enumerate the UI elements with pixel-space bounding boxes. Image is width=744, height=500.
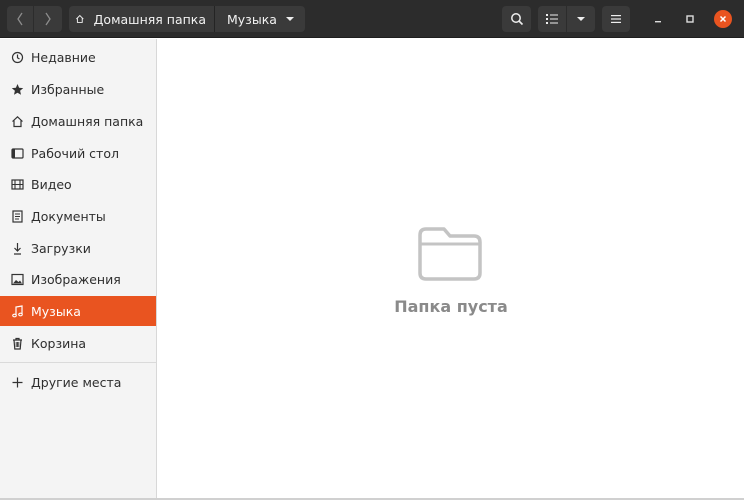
search-icon [510,13,523,26]
sidebar-item-pictures[interactable]: Изображения [0,264,156,294]
sidebar-item-label: Видео [31,176,72,192]
sidebar-item-desktop[interactable]: Рабочий стол [0,138,156,168]
dropdown-triangle-icon [577,17,585,21]
sidebar-item-label: Загрузки [31,240,91,256]
sidebar-item-recent[interactable]: Недавние [0,42,156,72]
sidebar-divider [0,362,156,363]
path-bar: Домашняя папка Музыка [69,6,305,32]
download-icon [10,241,24,255]
path-home-label: Домашняя папка [93,11,206,27]
sidebar: Недавние Избранные Домашняя папка Рабочи… [0,39,157,500]
sidebar-item-documents[interactable]: Документы [0,201,156,231]
path-current-button[interactable]: Музыка [215,6,305,32]
sidebar-item-label: Домашняя папка [31,113,144,129]
dropdown-triangle-icon [286,17,294,21]
back-button[interactable] [7,6,33,32]
document-icon [10,209,24,223]
view-toggle-button[interactable] [538,6,566,32]
headerbar: Домашняя папка Музыка [0,0,744,38]
maximize-button[interactable] [682,11,698,27]
sidebar-item-label: Музыка [31,303,81,319]
empty-folder-message: Папка пуста [394,297,508,316]
home-icon [76,14,84,23]
forward-button[interactable] [34,6,62,32]
minimize-icon [655,21,661,23]
view-options-button[interactable] [567,6,595,32]
desktop-icon [10,146,24,160]
recent-clock-icon [10,50,24,64]
chevron-left-icon [17,12,23,26]
main-menu-button[interactable] [602,6,630,32]
plus-icon [10,375,24,389]
music-note-icon [10,304,24,318]
sidebar-item-videos[interactable]: Видео [0,169,156,199]
hamburger-menu-icon [611,15,621,23]
close-button[interactable] [714,10,732,28]
sidebar-item-starred[interactable]: Избранные [0,74,156,104]
home-icon [10,114,24,128]
sidebar-item-downloads[interactable]: Загрузки [0,233,156,263]
film-icon [10,177,24,191]
file-view[interactable]: Папка пуста [158,39,744,500]
trash-icon [10,336,24,350]
folder-icon [418,227,482,281]
sidebar-item-label: Изображения [31,271,121,287]
minimize-button[interactable] [650,11,666,27]
path-current-label: Музыка [227,11,277,27]
close-icon [719,15,727,23]
sidebar-item-label: Избранные [31,81,105,97]
image-icon [10,272,24,286]
sidebar-item-label: Рабочий стол [31,145,119,161]
search-button[interactable] [502,6,531,32]
sidebar-item-music[interactable]: Музыка [0,296,156,326]
sidebar-item-label: Документы [31,208,106,224]
list-view-icon [546,14,558,24]
sidebar-item-trash[interactable]: Корзина [0,328,156,358]
sidebar-item-other-places[interactable]: Другие места [0,367,156,397]
sidebar-item-label: Недавние [31,49,96,65]
sidebar-item-label: Другие места [31,374,122,390]
chevron-right-icon [45,12,51,26]
star-icon [10,82,24,96]
sidebar-item-home[interactable]: Домашняя папка [0,106,156,136]
maximize-icon [686,15,694,23]
path-home-button[interactable]: Домашняя папка [69,6,215,32]
sidebar-item-label: Корзина [31,335,87,351]
